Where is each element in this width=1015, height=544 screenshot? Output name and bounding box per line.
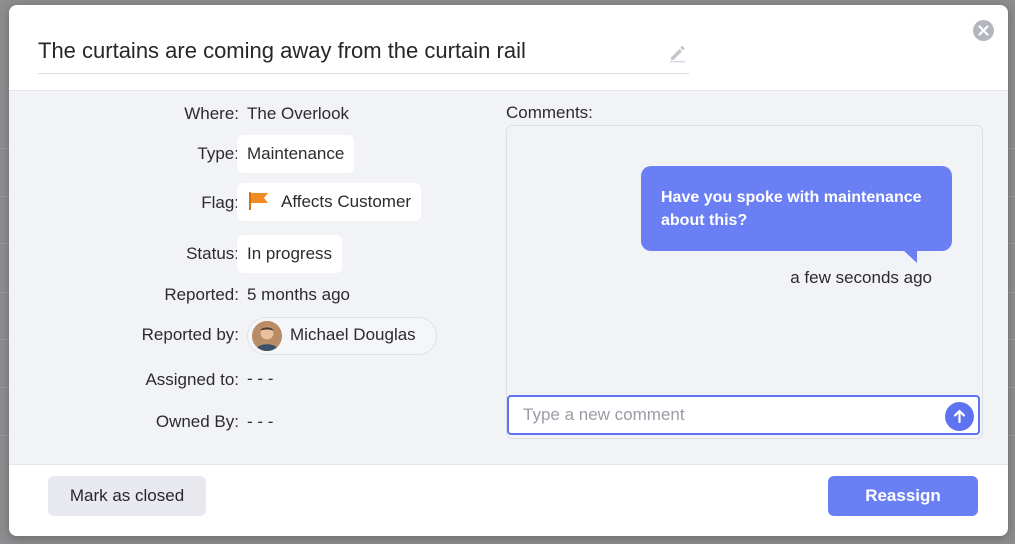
comment-bubble-tail (904, 251, 917, 263)
owned-by-label: Owned By: (155, 412, 239, 431)
flag-chip[interactable]: Affects Customer (237, 183, 422, 221)
modal-header: The curtains are coming away from the cu… (9, 5, 1008, 91)
issue-detail-modal: The curtains are coming away from the cu… (9, 5, 1008, 536)
reported-value: 5 months ago (247, 285, 351, 304)
arrow-up-icon[interactable] (945, 402, 974, 431)
where-label: Where: (184, 104, 239, 123)
status-chip[interactable]: In progress (237, 235, 343, 273)
where-value: The Overlook (247, 104, 350, 123)
reported-by-value: Michael Douglas (290, 325, 416, 344)
owned-by-value: - - - (247, 412, 274, 431)
comments-label: Comments: (506, 103, 593, 122)
reassign-button[interactable]: Reassign (828, 476, 978, 516)
title-underline (38, 73, 689, 74)
assigned-to-value: - - - (247, 369, 274, 388)
mark-as-closed-button[interactable]: Mark as closed (48, 476, 206, 516)
type-label: Type: (197, 144, 239, 163)
type-chip[interactable]: Maintenance (237, 135, 355, 173)
assigned-to-label: Assigned to: (145, 370, 239, 389)
avatar (252, 321, 282, 351)
issue-details-labels: Where: Type: Flag: Status: Reported: Rep… (9, 90, 239, 470)
flag-value: Affects Customer (281, 192, 412, 211)
pencil-icon[interactable] (667, 43, 687, 63)
modal-footer: Mark as closed Reassign (9, 464, 1008, 536)
issue-title[interactable]: The curtains are coming away from the cu… (38, 38, 658, 64)
flag-icon (249, 192, 268, 210)
comment-bubble: Have you spoke with maintenance about th… (641, 166, 952, 251)
close-circle-icon[interactable] (973, 20, 994, 41)
reported-label: Reported: (164, 285, 239, 304)
status-label: Status: (186, 244, 239, 263)
reported-by-chip[interactable]: Michael Douglas (247, 317, 437, 355)
comment-timestamp: a few seconds ago (790, 268, 932, 287)
new-comment-input[interactable] (507, 395, 980, 435)
flag-label: Flag: (201, 193, 239, 212)
reported-by-label: Reported by: (141, 325, 239, 344)
